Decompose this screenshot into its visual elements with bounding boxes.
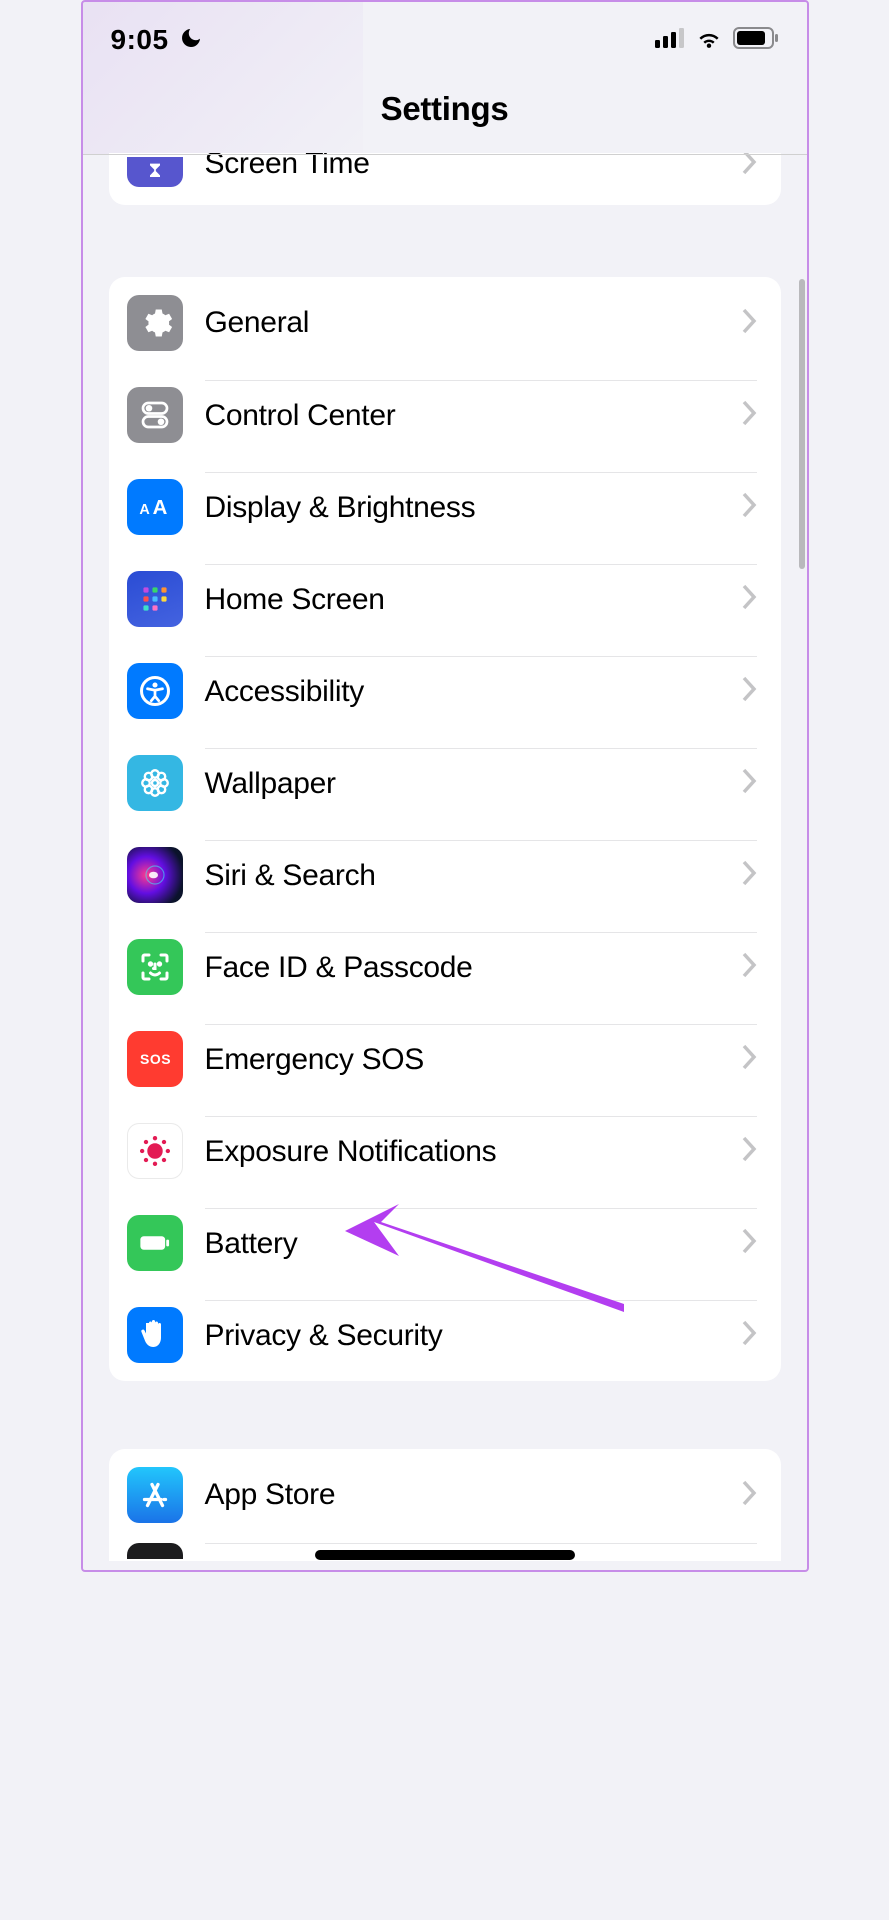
settings-row-app-store[interactable]: App Store [109, 1449, 781, 1541]
chevron-right-icon [741, 492, 757, 523]
battery-row-icon [127, 1215, 183, 1271]
settings-row-label: Control Center [205, 399, 741, 433]
settings-row-label: Home Screen [205, 583, 741, 617]
settings-row-siri[interactable]: Siri & Search [109, 829, 781, 921]
home-indicator[interactable] [315, 1550, 575, 1560]
settings-row-screen-time[interactable]: Screen Time [109, 153, 781, 205]
face-icon [127, 939, 183, 995]
textsize-icon: AA [127, 479, 183, 535]
chevron-right-icon [741, 153, 757, 180]
settings-row-exposure[interactable]: Exposure Notifications [109, 1105, 781, 1197]
appstore-icon [127, 1467, 183, 1523]
settings-row-label: Privacy & Security [205, 1319, 741, 1353]
cellular-icon [655, 28, 685, 53]
chevron-right-icon [741, 1044, 757, 1075]
nav-header: Settings [83, 70, 807, 155]
settings-row-accessibility[interactable]: Accessibility [109, 645, 781, 737]
settings-row-home-screen[interactable]: Home Screen [109, 553, 781, 645]
chevron-right-icon [741, 1228, 757, 1259]
settings-row-label: Exposure Notifications [205, 1135, 741, 1169]
gear-icon [127, 295, 183, 351]
settings-row-label: Face ID & Passcode [205, 951, 741, 985]
chevron-right-icon [741, 308, 757, 339]
chevron-right-icon [741, 768, 757, 799]
wifi-icon [695, 27, 723, 54]
settings-section-store: App Store [109, 1449, 781, 1561]
do-not-disturb-icon [179, 26, 203, 55]
settings-section-top: Screen Time [109, 153, 781, 205]
hourglass-icon [127, 157, 183, 187]
switches-icon [127, 387, 183, 443]
settings-row-faceid[interactable]: Face ID & Passcode [109, 921, 781, 1013]
chevron-right-icon [741, 860, 757, 891]
battery-icon [733, 27, 779, 54]
chevron-right-icon [741, 1480, 757, 1511]
settings-row-privacy[interactable]: Privacy & Security [109, 1289, 781, 1381]
settings-section-main: General Control Center AA Display & Brig… [109, 277, 781, 1381]
chevron-right-icon [741, 676, 757, 707]
chevron-right-icon [741, 952, 757, 983]
chevron-right-icon [741, 400, 757, 431]
chevron-right-icon [741, 1136, 757, 1167]
settings-row-label: General [205, 306, 741, 340]
svg-text:SOS: SOS [140, 1051, 171, 1067]
settings-row-label: Accessibility [205, 675, 741, 709]
chevron-right-icon [741, 584, 757, 615]
settings-row-control-center[interactable]: Control Center [109, 369, 781, 461]
flower-icon [127, 755, 183, 811]
grid-icon [127, 571, 183, 627]
wallet-icon [127, 1543, 183, 1559]
settings-row-battery[interactable]: Battery [109, 1197, 781, 1289]
settings-row-label: Screen Time [205, 153, 741, 181]
settings-row-display[interactable]: AA Display & Brightness [109, 461, 781, 553]
settings-row-label: App Store [205, 1478, 741, 1512]
scrollbar[interactable] [799, 279, 805, 569]
settings-row-label: Battery [205, 1227, 741, 1261]
svg-text:A: A [152, 497, 167, 519]
status-bar: 9:05 [83, 2, 807, 70]
svg-text:A: A [139, 502, 150, 518]
settings-row-sos[interactable]: SOS Emergency SOS [109, 1013, 781, 1105]
settings-row-label: Wallpaper [205, 767, 741, 801]
settings-row-wallpaper[interactable]: Wallpaper [109, 737, 781, 829]
settings-row-label: Emergency SOS [205, 1043, 741, 1077]
sos-icon: SOS [127, 1031, 183, 1087]
chevron-right-icon [741, 1320, 757, 1351]
settings-row-label: Display & Brightness [205, 491, 741, 525]
person-icon [127, 663, 183, 719]
settings-row-general[interactable]: General [109, 277, 781, 369]
hand-icon [127, 1307, 183, 1363]
exposure-icon [127, 1123, 183, 1179]
siri-icon [127, 847, 183, 903]
status-time: 9:05 [111, 24, 169, 56]
settings-row-label: Siri & Search [205, 859, 741, 893]
page-title: Settings [83, 90, 807, 128]
